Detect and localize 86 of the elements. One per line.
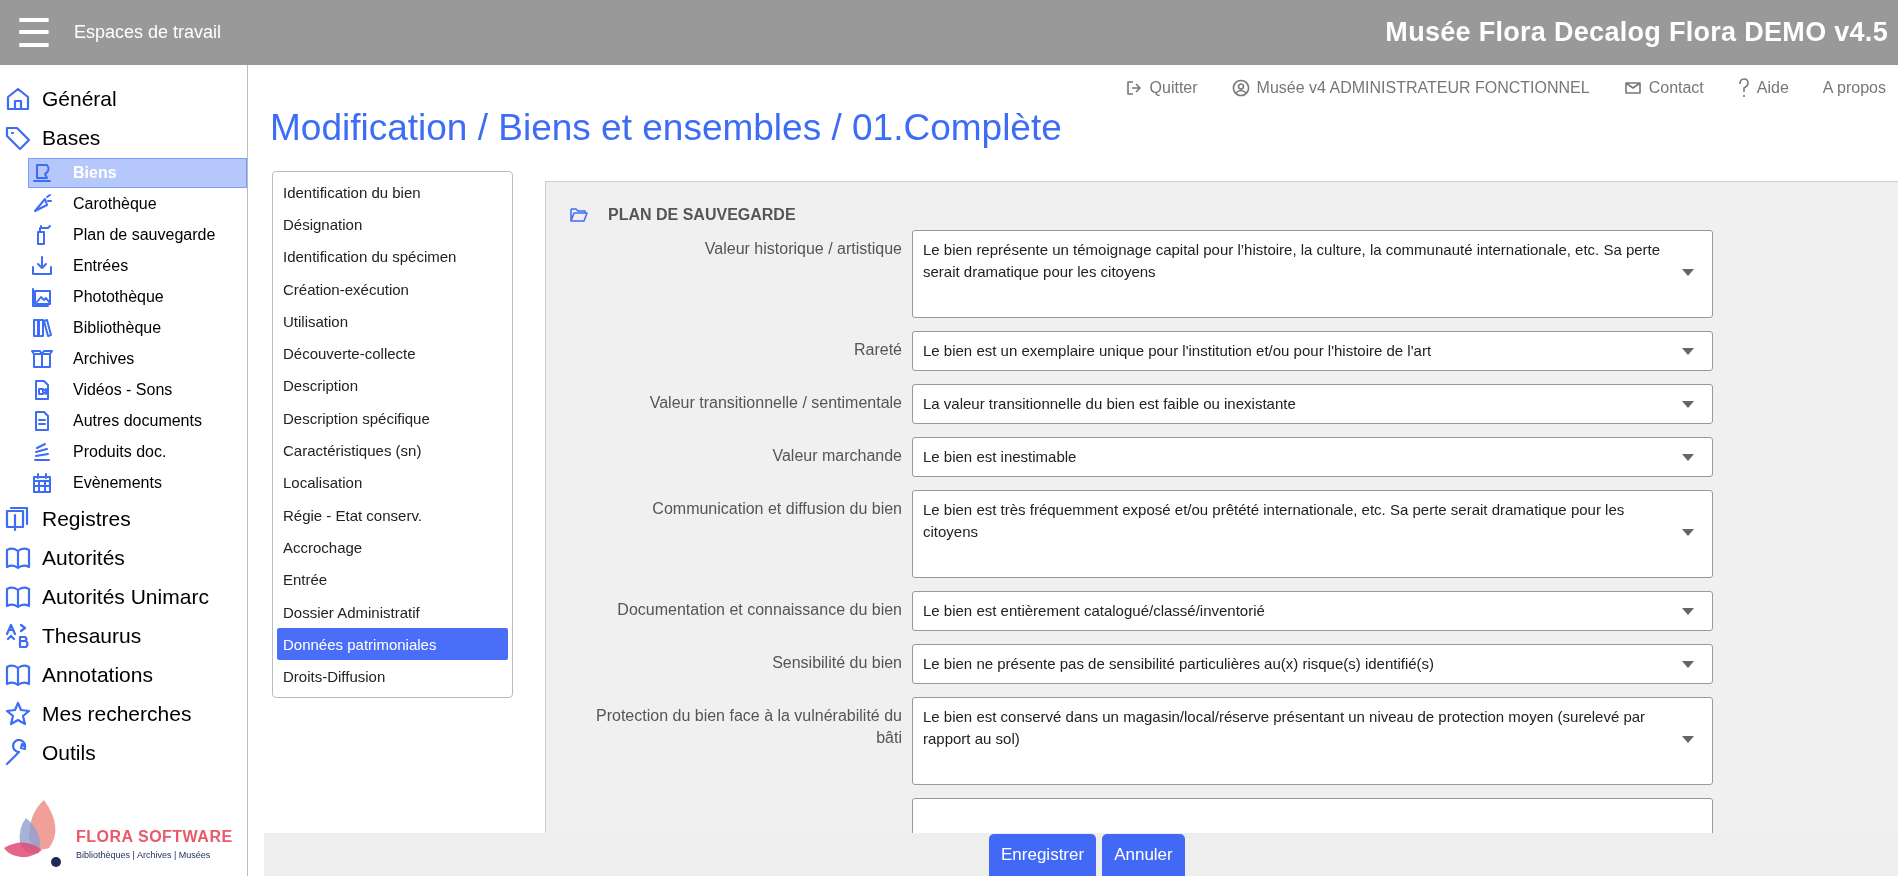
sidebar-subitem[interactable]: Evènements [28,468,247,498]
sidebar-subitem[interactable]: Entrées [28,251,247,281]
dropdown-field[interactable]: Le bien est un exemplaire unique pour l'institution et/ou pour l'histoire de l'art [912,331,1713,371]
caret-icon [1682,269,1694,276]
sidebar-item[interactable]: Annotations [0,655,247,694]
field-label: Sensibilité du bien [771,653,902,673]
sidebar-subitem[interactable]: Photothèque [28,282,247,312]
caret-icon [1682,607,1694,615]
section-item[interactable]: Création-exécution [277,272,508,306]
dropdown-field[interactable]: Le bien est très fréquemment exposé et/ou prêtété internationale, etc. Sa perte serait dramatique pour les citoyens [912,490,1713,578]
form-button[interactable]: Enregistrer [989,834,1097,876]
sidebar-item[interactable]: Autorités Unimarc [0,577,247,616]
dropdown-field[interactable]: Le bien est conservé dans un magasin/local/réserve présentant un niveau de protection moyen (surelevé par rapport au sol) [912,697,1713,785]
sidebar-item[interactable]: Registres [0,499,247,538]
sidebar-subitem-icon [31,162,53,184]
section-item[interactable]: Données patrimoniales [277,628,508,661]
section-item[interactable]: Accrochage [277,531,508,564]
sidebar-subitem[interactable]: Vidéos - Sons [28,375,247,405]
sidebar-item-icon [4,699,32,728]
section-item[interactable]: Régie - Etat conserv. [277,498,508,532]
sidebar-subitem[interactable]: Archives [28,344,247,374]
section-item[interactable]: Désignation [277,208,508,241]
section-item[interactable]: Utilisation [277,305,508,338]
logo-name: FLORA SOFTWARE [76,828,233,846]
user-icon [1231,79,1250,97]
section-item[interactable]: Description [277,369,508,403]
field-label: Documentation et connaissance du bien [616,600,902,620]
sidebar-subitem-icon [31,348,53,370]
section-item[interactable]: Localisation [277,466,508,499]
page-title: Modification / Biens et ensembles / 01.Complète [270,107,1063,149]
section-item[interactable]: Dossier Administratif [277,595,508,629]
caret-icon [1682,347,1694,355]
header-link[interactable]: Contact [1623,75,1704,101]
sidebar-subitem[interactable]: Bibliothèque [28,313,247,343]
sidebar-subitem-icon [31,286,53,308]
caret-icon [1682,400,1694,408]
sidebar-subitem[interactable]: Carothèque [28,189,247,219]
dropdown-field[interactable]: Le bien ne présente pas de sensibilité particulières au(x) risque(s) identifié(s) [912,644,1713,684]
logo-tagline: Bibliothèques | Archives | Musées [76,850,212,860]
section-heading: PLAN DE SAUVEGARDE [608,206,796,224]
caret-icon [1682,660,1694,668]
dropdown-field[interactable]: Le bien représente un témoignage capital pour l’histoire, la culture, la communauté internationale, etc. Sa perte serait dramatique pour les citoyens [912,230,1713,318]
caret-icon [1682,736,1694,743]
dropdown-field[interactable]: La valeur transitionnelle du bien est faible ou inexistante [912,384,1713,424]
mail-icon [1623,79,1642,97]
logout-icon [1124,79,1143,97]
caret-icon [1682,529,1694,536]
section-item[interactable]: Description spécifique [277,402,508,435]
field-label: Valeur historique / artistique [703,239,902,259]
section-item[interactable]: Entrée [277,563,508,596]
sidebar-item[interactable]: Mes recherches [0,694,247,733]
header-link[interactable]: Aide [1737,75,1789,101]
sidebar-item[interactable]: Autorités [0,538,247,577]
form-button[interactable]: Annuler [1102,834,1185,876]
header-link[interactable]: Musée v4 ADMINISTRATEUR FONCTIONNEL [1231,75,1590,101]
caret-icon [1682,453,1694,461]
section-item[interactable]: Identification du spécimen [277,240,508,273]
field-label: Rareté [852,340,902,360]
sidebar-item[interactable]: Général [0,79,247,118]
header-link[interactable]: Quitter [1124,75,1198,101]
dropdown-field[interactable]: Le bien est inestimable [912,437,1713,477]
dropdown-field[interactable]: Le bien est entièrement catalogué/classé/inventorié [912,591,1713,631]
sidebar-item[interactable]: Bases [0,118,247,157]
field-label: Valeur transitionnelle / sentimentale [648,393,902,413]
folder-icon [570,207,588,223]
sidebar-item-icon [4,621,32,650]
header-link[interactable]: A propos [1822,75,1886,101]
section-item[interactable]: Identification du bien [277,176,508,209]
sidebar-item[interactable]: Outils [0,733,247,772]
field-label: Valeur marchande [771,446,902,466]
question-mark-icon [1737,78,1750,98]
section-item[interactable]: Droits-Diffusion [277,660,508,693]
sidebar-subitem-icon [31,441,53,463]
sidebar-subitem-icon [31,472,53,494]
sidebar-subitem[interactable]: Produits doc. [28,437,247,467]
sidebar-subitem[interactable]: Autres documents [28,406,247,436]
app-title: Musée Flora Decalog Flora DEMO v4.5 [1385,17,1888,48]
section-item[interactable]: Caractéristiques (sn) [277,434,508,467]
sidebar-subitem[interactable]: Plan de sauvegarde [28,220,247,250]
sidebar-subitem-icon [31,255,53,277]
sidebar-subitem-icon [31,193,53,215]
section-item[interactable]: Découverte-collecte [277,337,508,370]
sidebar-subitem-icon [31,317,53,339]
field-label: Protection du bien face à la vulnérabilité du bâti [595,706,902,749]
sidebar-item[interactable]: Thesaurus [0,616,247,655]
field-label: Communication et diffusion du bien [651,499,902,519]
